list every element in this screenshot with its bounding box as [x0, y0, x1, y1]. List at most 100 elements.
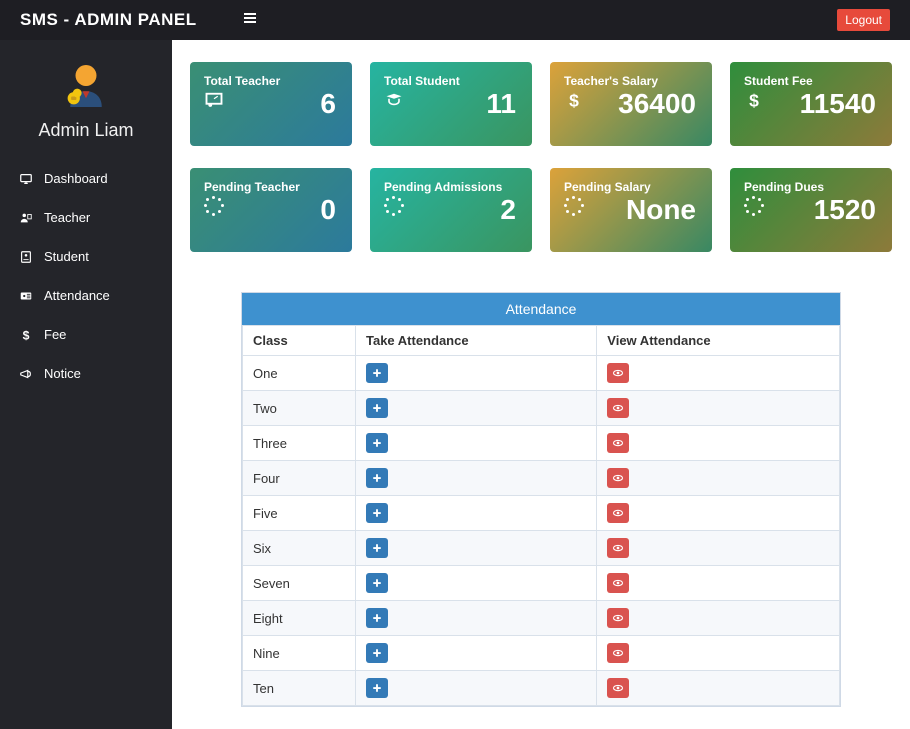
dollar-icon: [564, 90, 584, 110]
stat-card: Teacher's Salary36400: [550, 62, 712, 146]
spinner-icon: [384, 196, 404, 216]
admin-name: Admin Liam: [38, 120, 133, 141]
view-attendance-button[interactable]: [607, 678, 629, 698]
take-attendance-button[interactable]: [366, 363, 388, 383]
table-row: One: [243, 356, 840, 391]
stats-row-1: Total Teacher6Total Student11Teacher's S…: [190, 62, 892, 146]
view-attendance-button[interactable]: [607, 573, 629, 593]
take-attendance-button[interactable]: [366, 503, 388, 523]
table-row: Nine: [243, 636, 840, 671]
class-name: Three: [243, 426, 356, 461]
attendance-panel: Attendance Class Take Attendance View At…: [241, 292, 841, 707]
plus-icon: [371, 507, 383, 519]
eye-icon: [612, 542, 624, 554]
nav-item-teacher[interactable]: Teacher: [0, 198, 172, 237]
stat-value: 11: [486, 88, 516, 120]
nav-item-label: Student: [44, 249, 89, 264]
stats-row-2: Pending Teacher0 Pending Admissions2 Pendi…: [190, 168, 892, 252]
take-attendance-button[interactable]: [366, 468, 388, 488]
col-class: Class: [243, 326, 356, 356]
spinner-icon: [204, 196, 224, 216]
stat-value: None: [626, 194, 696, 226]
table-row: Three: [243, 426, 840, 461]
view-attendance-button[interactable]: [607, 398, 629, 418]
class-name: Four: [243, 461, 356, 496]
take-attendance-button[interactable]: [366, 398, 388, 418]
table-row: Six: [243, 531, 840, 566]
stat-value: 36400: [618, 88, 696, 120]
take-attendance-button[interactable]: [366, 433, 388, 453]
admin-profile: Admin Liam: [0, 58, 172, 141]
class-name: Six: [243, 531, 356, 566]
col-view: View Attendance: [597, 326, 840, 356]
table-row: Eight: [243, 601, 840, 636]
plus-icon: [371, 542, 383, 554]
take-attendance-button[interactable]: [366, 608, 388, 628]
stat-title: Student Fee: [744, 74, 878, 88]
nav-item-student[interactable]: Student: [0, 237, 172, 276]
person-card-icon: [18, 211, 34, 225]
stat-card: Total Teacher6: [190, 62, 352, 146]
nav-item-notice[interactable]: Notice: [0, 354, 172, 393]
nav-item-dashboard[interactable]: Dashboard: [0, 159, 172, 198]
nav-item-fee[interactable]: Fee: [0, 315, 172, 354]
nav-item-label: Attendance: [44, 288, 110, 303]
plus-icon: [371, 647, 383, 659]
bullhorn-icon: [18, 367, 34, 381]
table-row: Ten: [243, 671, 840, 706]
stat-value: 0: [320, 194, 336, 226]
take-attendance-button[interactable]: [366, 538, 388, 558]
table-row: Four: [243, 461, 840, 496]
plus-icon: [371, 402, 383, 414]
nav-item-label: Dashboard: [44, 171, 108, 186]
stat-value: 1520: [814, 194, 876, 226]
plus-icon: [371, 367, 383, 379]
stat-title: Teacher's Salary: [564, 74, 698, 88]
stat-title: Pending Dues: [744, 180, 878, 194]
student-icon: [384, 90, 404, 110]
take-attendance-button[interactable]: [366, 573, 388, 593]
take-attendance-button[interactable]: [366, 643, 388, 663]
plus-icon: [371, 577, 383, 589]
logout-button[interactable]: Logout: [837, 9, 890, 31]
class-name: Eight: [243, 601, 356, 636]
nav-item-label: Notice: [44, 366, 81, 381]
view-attendance-button[interactable]: [607, 468, 629, 488]
stat-card: Student Fee11540: [730, 62, 892, 146]
view-attendance-button[interactable]: [607, 363, 629, 383]
view-attendance-button[interactable]: [607, 643, 629, 663]
nav-item-label: Teacher: [44, 210, 90, 225]
view-attendance-button[interactable]: [607, 538, 629, 558]
eye-icon: [612, 647, 624, 659]
stat-card: Pending Admissions2: [370, 168, 532, 252]
view-attendance-button[interactable]: [607, 608, 629, 628]
eye-icon: [612, 577, 624, 589]
view-attendance-button[interactable]: [607, 433, 629, 453]
stat-value: 6: [320, 88, 336, 120]
sidebar: Admin Liam Dashboard Teacher Student Attend…: [0, 40, 172, 729]
sidebar-toggle-button[interactable]: [242, 10, 258, 31]
stat-title: Pending Teacher: [204, 180, 338, 194]
take-attendance-button[interactable]: [366, 678, 388, 698]
admin-avatar-icon: [58, 58, 114, 114]
stat-value: 2: [500, 194, 516, 226]
table-row: Five: [243, 496, 840, 531]
eye-icon: [612, 612, 624, 624]
plus-icon: [371, 682, 383, 694]
eye-icon: [612, 472, 624, 484]
attendance-table: Class Take Attendance View Attendance On…: [242, 325, 840, 706]
nav-item-attendance[interactable]: Attendance: [0, 276, 172, 315]
eye-icon: [612, 402, 624, 414]
desktop-icon: [18, 172, 34, 186]
class-name: Five: [243, 496, 356, 531]
topbar: SMS - ADMIN PANEL Logout: [0, 0, 910, 40]
bars-icon: [242, 10, 258, 26]
stat-title: Total Student: [384, 74, 518, 88]
stat-card: Total Student11: [370, 62, 532, 146]
dollar-icon: [744, 90, 764, 110]
plus-icon: [371, 612, 383, 624]
view-attendance-button[interactable]: [607, 503, 629, 523]
class-name: Nine: [243, 636, 356, 671]
eye-icon: [612, 437, 624, 449]
table-row: Two: [243, 391, 840, 426]
